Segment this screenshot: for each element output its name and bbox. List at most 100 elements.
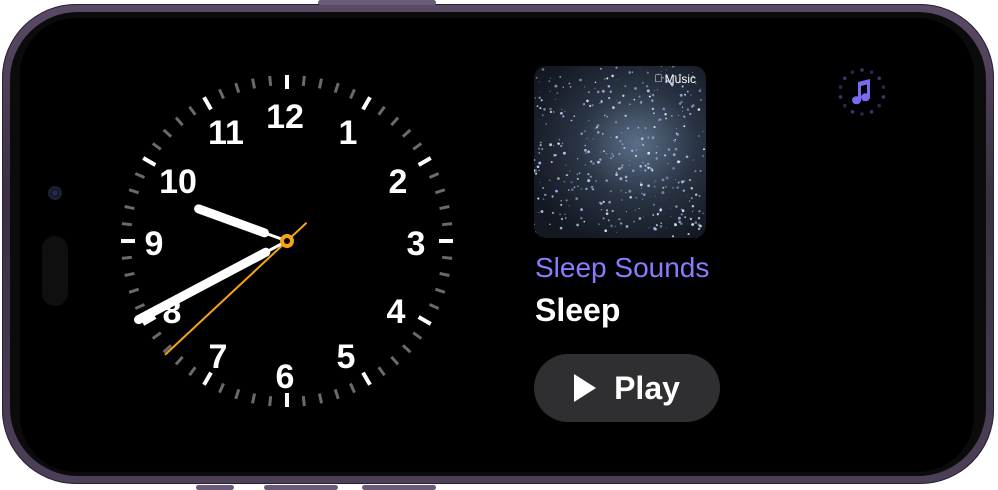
clock-tick	[428, 172, 440, 179]
artwork-sparkle	[698, 194, 701, 197]
clock-tick	[268, 75, 273, 87]
artwork-sparkle	[588, 120, 590, 122]
indicator-ring-dot	[838, 85, 843, 89]
artwork-sparkle	[580, 217, 583, 220]
artwork-sparkle	[692, 104, 695, 107]
artwork-sparkle	[611, 74, 614, 78]
artwork-sparkle	[608, 200, 611, 204]
analog-clock-widget[interactable]: 12 1 2 3 4 5 6 7 8 9 10 11	[112, 66, 462, 416]
artwork-sparkle	[640, 100, 643, 104]
clock-number-4: 4	[387, 293, 406, 331]
artwork-sparkle	[620, 222, 623, 225]
artwork-sparkle	[623, 147, 625, 150]
artwork-sparkle	[589, 105, 592, 108]
artwork-sparkle	[609, 190, 612, 193]
clock-tick	[174, 116, 184, 127]
artwork-sparkle	[635, 154, 637, 157]
artwork-sparkle	[689, 217, 693, 221]
artwork-sparkle	[615, 171, 618, 174]
indicator-ring-dot	[869, 110, 874, 114]
artwork-sparkle	[690, 196, 693, 200]
artwork-sparkle	[626, 127, 630, 130]
artwork-sparkle	[644, 169, 647, 172]
artwork-sparkle	[660, 222, 662, 224]
artwork-sparkle	[594, 127, 596, 129]
clock-number-5: 5	[337, 338, 356, 376]
artwork-sparkle	[576, 223, 579, 227]
artwork-sparkle	[702, 130, 704, 133]
artwork-sparkle	[596, 130, 600, 134]
artwork-sparkle	[619, 177, 623, 181]
artwork-sparkle	[538, 96, 541, 100]
artwork-sparkle	[534, 231, 537, 234]
artwork-sparkle	[541, 148, 544, 150]
artwork-sparkle	[664, 113, 667, 116]
artwork-sparkle	[625, 192, 627, 194]
artwork-sparkle	[550, 77, 552, 79]
artwork-sparkle	[618, 152, 621, 156]
artwork-sparkle	[573, 186, 576, 189]
artwork-sparkle	[665, 69, 667, 71]
artwork-sparkle	[624, 85, 627, 88]
artwork-sparkle	[549, 90, 551, 92]
clock-tick	[151, 331, 162, 340]
artwork-sparkle	[600, 68, 602, 70]
artwork-sparkle	[665, 117, 667, 120]
artwork-sparkle	[692, 159, 694, 161]
artwork-sparkle	[553, 145, 555, 146]
artwork-sparkle	[575, 197, 579, 200]
artwork-sparkle	[586, 99, 589, 103]
artwork-sparkle	[703, 148, 705, 151]
artwork-sparkle	[700, 99, 702, 102]
artwork-sparkle	[585, 152, 587, 154]
artwork-sparkle	[576, 158, 579, 160]
clock-tick	[317, 78, 323, 89]
artwork-sparkle	[549, 143, 553, 147]
indicator-ring-dot	[850, 70, 855, 74]
artwork-sparkle	[590, 185, 594, 189]
album-artwork[interactable]:  Music	[534, 66, 706, 238]
artwork-sparkle	[535, 236, 537, 238]
artwork-sparkle	[559, 213, 561, 216]
clock-tick	[412, 331, 423, 340]
artwork-sparkle	[587, 173, 590, 176]
artwork-sparkle	[571, 188, 574, 191]
artwork-sparkle	[638, 207, 640, 210]
artwork-sparkle	[689, 200, 691, 202]
clock-tick	[349, 382, 356, 394]
artwork-sparkle	[628, 189, 632, 193]
artwork-sparkle	[568, 189, 570, 191]
artwork-sparkle	[674, 141, 676, 143]
clock-tick	[412, 142, 423, 151]
clock-face: 12 1 2 3 4 5 6 7 8 9 10 11	[121, 75, 453, 407]
clock-tick	[417, 315, 432, 326]
artwork-sparkle	[647, 151, 651, 155]
artwork-sparkle	[596, 90, 600, 94]
artwork-sparkle	[644, 164, 647, 167]
artwork-sparkle	[592, 188, 594, 191]
artwork-sparkle	[665, 227, 667, 229]
artwork-sparkle	[634, 209, 636, 211]
artwork-sparkle	[607, 219, 610, 222]
artwork-sparkle	[684, 93, 687, 96]
music-indicator[interactable]	[836, 66, 888, 118]
artwork-sparkle	[631, 169, 635, 172]
clock-tick	[301, 395, 306, 407]
clock-tick	[128, 188, 140, 195]
artwork-sparkle	[580, 208, 584, 212]
album-artwork-image	[534, 66, 705, 238]
music-badge-label: Music	[664, 72, 696, 86]
artwork-sparkle	[582, 102, 586, 106]
play-button[interactable]: Play	[534, 354, 720, 422]
artwork-sparkle	[539, 143, 542, 147]
artwork-sparkle	[570, 181, 573, 184]
artwork-sparkle	[640, 102, 642, 105]
artwork-sparkle	[655, 152, 658, 154]
artwork-sparkle	[698, 135, 700, 137]
artwork-sparkle	[562, 115, 565, 118]
artwork-sparkle	[670, 207, 672, 209]
clock-tick	[401, 128, 412, 138]
artwork-sparkle	[640, 137, 644, 140]
artwork-sparkle	[670, 114, 673, 117]
clock-tick	[333, 388, 340, 400]
